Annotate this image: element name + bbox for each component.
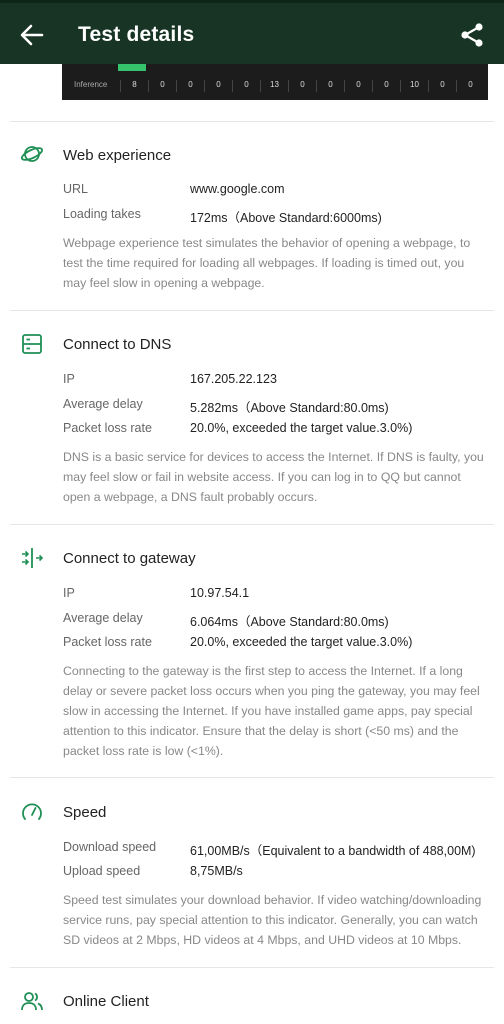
chart-value-cell: 0 [148, 80, 176, 92]
web-url-value: www.google.com [190, 182, 285, 196]
divider [10, 524, 494, 525]
gateway-title: Connect to gateway [63, 550, 196, 567]
chart-value-cell: 0 [176, 80, 204, 92]
speed-title: Speed [63, 804, 107, 821]
speedometer-icon [22, 803, 42, 820]
gateway-ip-label: IP [63, 586, 75, 600]
chart-value-cell: 0 [428, 80, 456, 92]
web-experience-title: Web experience [63, 147, 172, 164]
chart-value-cell: 10 [400, 80, 428, 92]
dns-title: Connect to DNS [63, 336, 172, 353]
online-client-title: Online Client [63, 993, 149, 1010]
gateway-icon [22, 548, 44, 568]
divider [10, 777, 494, 778]
chart-value-cell: 8 [120, 80, 148, 92]
chart-value-cell: 0 [344, 80, 372, 92]
server-icon [22, 334, 42, 354]
chart-row-label: Inference [74, 80, 108, 89]
chart-value-cell: 0 [456, 80, 484, 92]
web-description: Webpage experience test simulates the be… [63, 236, 471, 290]
back-arrow-icon[interactable] [18, 21, 46, 49]
page-title: Test details [78, 23, 195, 46]
divider [10, 121, 494, 122]
gateway-ip-value: 10.97.54.1 [190, 586, 250, 600]
gateway-description: Connecting to the gateway is the first s… [63, 664, 480, 758]
web-url-label: URL [63, 182, 89, 196]
chart-value-cell: 0 [316, 80, 344, 92]
gateway-loss-label: Packet loss rate [63, 635, 152, 649]
highlight-bar [118, 64, 146, 71]
gateway-delay-label: Average delay [63, 611, 143, 625]
chart-value-cell: 0 [372, 80, 400, 92]
dns-description: DNS is a basic service for devices to ac… [63, 450, 484, 504]
divider [10, 310, 494, 311]
gateway-delay-value: 6.064ms（Above Standard:80.0ms) [190, 615, 389, 629]
dns-loss-value: 20.0%, exceeded the target value.3.0%) [190, 421, 413, 435]
users-icon [21, 992, 43, 1011]
dns-ip-value: 167.205.22.123 [190, 372, 277, 386]
speed-description: Speed test simulates your download behav… [63, 893, 482, 947]
download-speed-value: 61,00MB/s（Equivalent to a bandwidth of 4… [190, 844, 476, 858]
dns-loss-label: Packet loss rate [63, 421, 152, 435]
chart-value-cell: 0 [232, 80, 260, 92]
planet-icon [20, 146, 44, 162]
chart-value-cell: 13 [260, 80, 288, 92]
web-loading-label: Loading takes [63, 207, 141, 221]
share-icon[interactable] [458, 21, 486, 49]
web-loading-value: 172ms（Above Standard:6000ms) [190, 211, 382, 225]
divider [10, 967, 494, 968]
results-chart-strip: Inference 8 0 0 0 0 13 0 0 0 0 10 0 0 [62, 64, 488, 100]
gateway-loss-value: 20.0%, exceeded the target value.3.0%) [190, 635, 413, 649]
chart-row-values: 8 0 0 0 0 13 0 0 0 0 10 0 0 [120, 80, 484, 92]
download-speed-label: Download speed [63, 840, 157, 854]
dns-ip-label: IP [63, 372, 75, 386]
chart-value-cell: 0 [204, 80, 232, 92]
upload-speed-value: 8,75MB/s [190, 864, 243, 878]
app-bar: Test details [0, 0, 504, 64]
dns-delay-label: Average delay [63, 397, 143, 411]
upload-speed-label: Upload speed [63, 864, 141, 878]
dns-delay-value: 5.282ms（Above Standard:80.0ms) [190, 401, 389, 415]
chart-value-cell: 0 [288, 80, 316, 92]
